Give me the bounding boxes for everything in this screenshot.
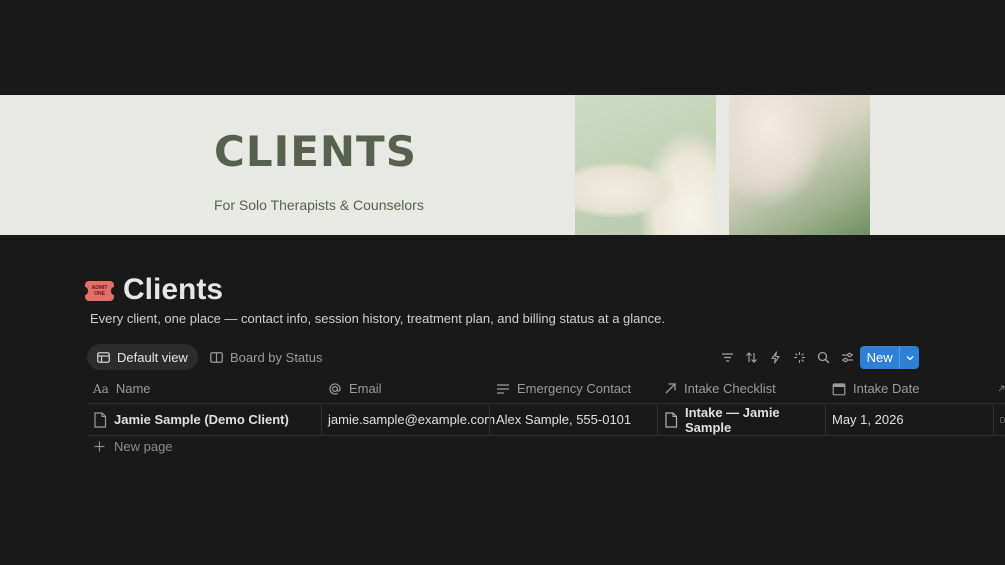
cell-name[interactable]: Jamie Sample (Demo Client) <box>87 404 321 435</box>
column-header-emergency-contact[interactable]: Emergency Contact <box>490 373 657 404</box>
column-header-name[interactable]: Aa Name <box>87 373 321 404</box>
plus-icon <box>94 441 105 452</box>
cell-intake-checklist[interactable]: Intake — Jamie Sample <box>658 404 825 435</box>
filter-icon[interactable] <box>718 348 736 366</box>
new-button-group: New <box>860 346 919 369</box>
tab-label: Default view <box>117 349 188 365</box>
search-icon[interactable] <box>814 348 832 366</box>
column-header-intake-date[interactable]: Intake Date <box>826 373 993 404</box>
column-label: Emergency Contact <box>517 381 632 396</box>
column-header-intake-checklist[interactable]: Intake Checklist <box>658 373 825 404</box>
column-label: Email <box>349 381 382 396</box>
intake-checklist-link[interactable]: Intake — Jamie Sample <box>685 405 825 435</box>
relation-arrow-icon <box>664 382 677 395</box>
table-icon <box>97 351 110 364</box>
text-lines-icon <box>496 382 510 396</box>
automation-icon[interactable] <box>766 348 784 366</box>
at-icon <box>328 382 342 396</box>
cell-email[interactable]: jamie.sample@example.com <box>322 404 495 435</box>
cover-title: CLIENTS <box>214 127 417 176</box>
settings-sliders-icon[interactable] <box>838 348 856 366</box>
text-icon: Aa <box>93 381 109 396</box>
new-options-button[interactable] <box>899 346 919 369</box>
calendar-icon <box>832 382 846 396</box>
cover-subtitle: For Solo Therapists & Counselors <box>214 197 424 213</box>
cell-intake-date[interactable]: May 1, 2026 <box>826 404 993 435</box>
board-icon <box>210 351 223 364</box>
cell-emergency-contact[interactable]: Alex Sample, 555-0101 <box>490 404 657 435</box>
sort-icon[interactable] <box>742 348 760 366</box>
cell-more[interactable] <box>994 404 1005 435</box>
page-icon <box>93 411 107 428</box>
ticket-icon[interactable]: ADMIT ONE <box>82 281 117 301</box>
ticket-icon-text: ADMIT ONE <box>91 285 108 297</box>
column-header-email[interactable]: Email <box>322 373 489 404</box>
new-page-label: New page <box>114 439 173 454</box>
column-label: Intake Checklist <box>684 381 776 396</box>
new-button[interactable]: New <box>860 346 899 369</box>
new-page-button[interactable]: New page <box>94 439 173 454</box>
database-toolbar <box>718 348 856 366</box>
column-label: Intake Date <box>853 381 920 396</box>
tab-label: Board by Status <box>230 349 323 365</box>
cover-artwork-right <box>729 95 870 235</box>
tab-default-view[interactable]: Default view <box>87 344 198 370</box>
cover-banner: CLIENTS For Solo Therapists & Counselors <box>0 95 1005 235</box>
page-description[interactable]: Every client, one place — contact info, … <box>90 311 665 326</box>
client-emergency-contact: Alex Sample, 555-0101 <box>496 412 632 427</box>
column-header-more[interactable] <box>994 373 1005 404</box>
page-icon <box>664 411 678 428</box>
chevron-down-icon <box>905 353 915 363</box>
page-title[interactable]: Clients <box>123 273 223 307</box>
client-intake-date: May 1, 2026 <box>832 412 904 427</box>
client-name: Jamie Sample (Demo Client) <box>114 412 289 427</box>
tab-board-by-status[interactable]: Board by Status <box>200 344 333 370</box>
ai-sparkle-icon[interactable] <box>790 348 808 366</box>
cover-artwork-left <box>575 95 716 235</box>
client-email: jamie.sample@example.com <box>328 412 496 427</box>
column-label: Name <box>115 381 151 396</box>
